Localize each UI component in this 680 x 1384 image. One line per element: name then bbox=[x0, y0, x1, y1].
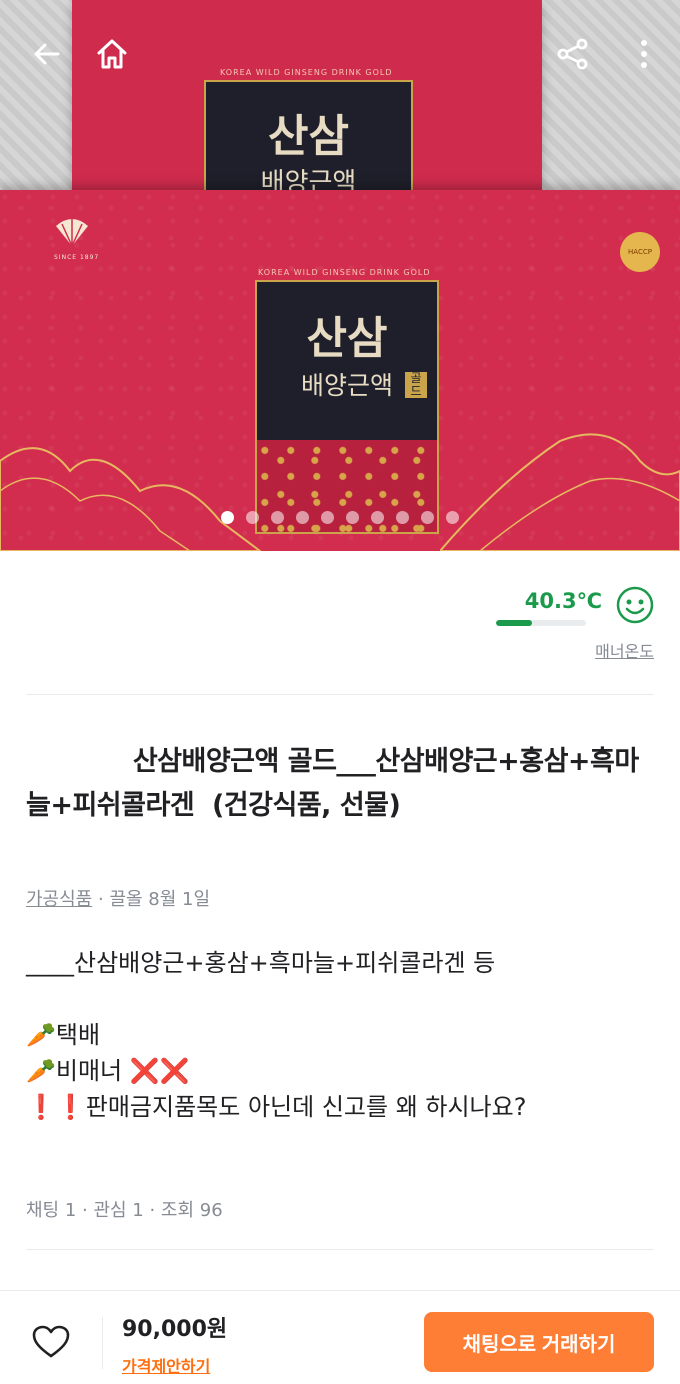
carousel-dot[interactable] bbox=[271, 511, 284, 524]
desc-line: ❗❗판매금지품목도 아닌데 신고를 왜 하시나요? bbox=[26, 1093, 527, 1121]
divider bbox=[26, 1249, 654, 1250]
post-title: 산삼배양근액 골드___산삼배양근+홍삼+흑마늘+피쉬콜라겐 (건강식품, 선물… bbox=[26, 746, 639, 821]
chat-trade-button[interactable]: 채팅으로 거래하기 bbox=[424, 1312, 654, 1372]
carousel-dot[interactable] bbox=[321, 511, 334, 524]
box-gold-tag: 골드 bbox=[405, 372, 427, 398]
post-description: ____산삼배양근+홍삼+흑마늘+피쉬콜라겐 등 🥕택배 🥕비매너 ❌❌ ❗❗판… bbox=[26, 945, 666, 1125]
box-title-line1-front: 산삼 bbox=[306, 313, 388, 364]
temperature-value: 40.3℃ bbox=[524, 589, 602, 613]
carousel-dot[interactable] bbox=[221, 511, 234, 524]
carousel-dot[interactable] bbox=[246, 511, 259, 524]
desc-line: 🥕택배 bbox=[26, 1021, 101, 1049]
temperature-bar-fill bbox=[496, 620, 533, 626]
back-arrow-icon bbox=[34, 43, 60, 65]
post-stats: 채팅 1 · 관심 1 · 조회 96 bbox=[26, 1200, 223, 1221]
brand-since: SINCE 1897 bbox=[54, 254, 100, 261]
carousel-dot[interactable] bbox=[371, 511, 384, 524]
carousel-dot[interactable] bbox=[396, 511, 409, 524]
home-button[interactable] bbox=[92, 34, 132, 74]
like-button[interactable] bbox=[32, 1325, 70, 1359]
box-label-front: 산삼 배양근액 골드 bbox=[255, 280, 439, 534]
carousel-dot[interactable] bbox=[296, 511, 309, 524]
mountain-pattern-right bbox=[440, 433, 680, 551]
box-subtitle: KOREA WILD GINSENG DRINK GOLD bbox=[220, 68, 393, 77]
carousel-dot[interactable] bbox=[421, 511, 434, 524]
divider bbox=[26, 694, 654, 695]
box-title-line1: 산삼 bbox=[268, 111, 349, 162]
haccp-badge: HACCP bbox=[620, 232, 660, 272]
brand-fan-logo bbox=[56, 218, 88, 247]
manner-temperature[interactable]: 40.3℃ 매너온도 bbox=[496, 586, 654, 666]
vertical-divider bbox=[102, 1317, 103, 1369]
post-meta: 가공식품 · 끌올 8월 1일 bbox=[26, 885, 210, 911]
meta-separator: · bbox=[97, 889, 110, 910]
home-icon bbox=[97, 39, 127, 69]
carousel-dot[interactable] bbox=[346, 511, 359, 524]
temperature-bar bbox=[496, 620, 586, 626]
manner-temperature-label[interactable]: 매너온도 bbox=[595, 638, 654, 662]
heart-icon bbox=[32, 1325, 70, 1358]
box-subtitle-front: KOREA WILD GINSENG DRINK GOLD bbox=[258, 268, 431, 277]
desc-line: 🥕비매너 ❌❌ bbox=[26, 1057, 190, 1085]
more-vertical-icon bbox=[641, 40, 647, 68]
carousel-indicator bbox=[0, 511, 680, 524]
back-button[interactable] bbox=[26, 34, 66, 74]
product-image-carousel[interactable]: KOREA WILD GINSENG DRINK GOLD 산삼 배양근액 KO… bbox=[0, 0, 680, 551]
post-time: 끌올 8월 1일 bbox=[109, 889, 211, 910]
price: 90,000원 bbox=[122, 1317, 228, 1342]
smiley-face-icon bbox=[616, 586, 654, 624]
share-button[interactable] bbox=[553, 34, 593, 74]
category-link[interactable]: 가공식품 bbox=[26, 889, 92, 910]
bottom-action-bar: 90,000원 가격제안하기 채팅으로 거래하기 bbox=[0, 1290, 680, 1384]
desc-line: ____산삼배양근+홍삼+흑마늘+피쉬콜라겐 등 bbox=[26, 949, 496, 977]
carousel-dot[interactable] bbox=[446, 511, 459, 524]
share-icon bbox=[557, 38, 588, 70]
price-offer-link[interactable]: 가격제안하기 bbox=[122, 1353, 210, 1377]
more-button[interactable] bbox=[624, 34, 664, 74]
